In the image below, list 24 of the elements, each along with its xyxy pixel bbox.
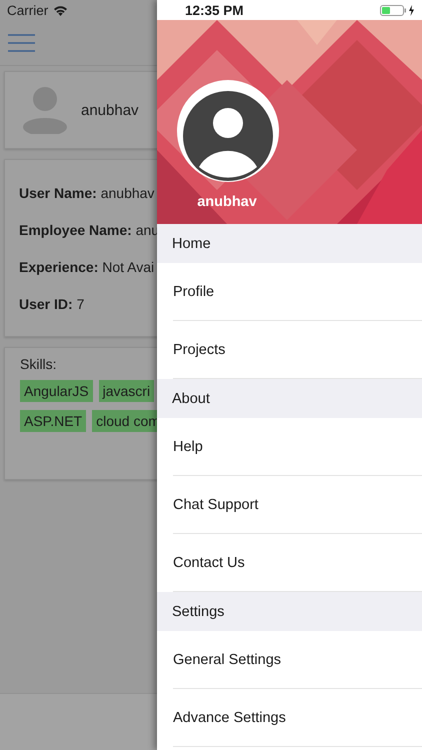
menu-item[interactable]: Chat Support [173,476,422,534]
skill-tag: ASP.NET [20,410,86,432]
clock-label: 12:35 PM [185,2,244,18]
profile-name: anubhav [81,102,139,118]
menu-item[interactable]: General Settings [173,631,422,689]
avatar-icon [23,86,67,134]
detail-text: Experience: Not Avai [19,258,156,274]
carrier-label: Carrier [7,2,48,18]
battery-icon [380,4,416,16]
menu-item[interactable]: Help [173,418,422,476]
menu-item[interactable]: Profile [173,263,422,321]
menu-item[interactable]: Advance Settings [173,689,422,747]
menu-section-header[interactable]: Home [157,224,422,263]
avatar-icon [177,80,279,182]
detail-text: User ID: 7 [19,296,86,312]
menu-section-header[interactable]: About [157,379,422,418]
menu-icon[interactable] [8,34,35,52]
detail-text: User Name: anubhav [19,184,156,200]
skill-tag: AngularJS [20,380,93,402]
drawer-user-name: anubhav [196,194,258,210]
skill-tag: javascri [98,380,154,402]
skills-label: Skills: [20,356,58,372]
wifi-icon [53,4,68,16]
menu-section-header[interactable]: Settings [157,592,422,631]
